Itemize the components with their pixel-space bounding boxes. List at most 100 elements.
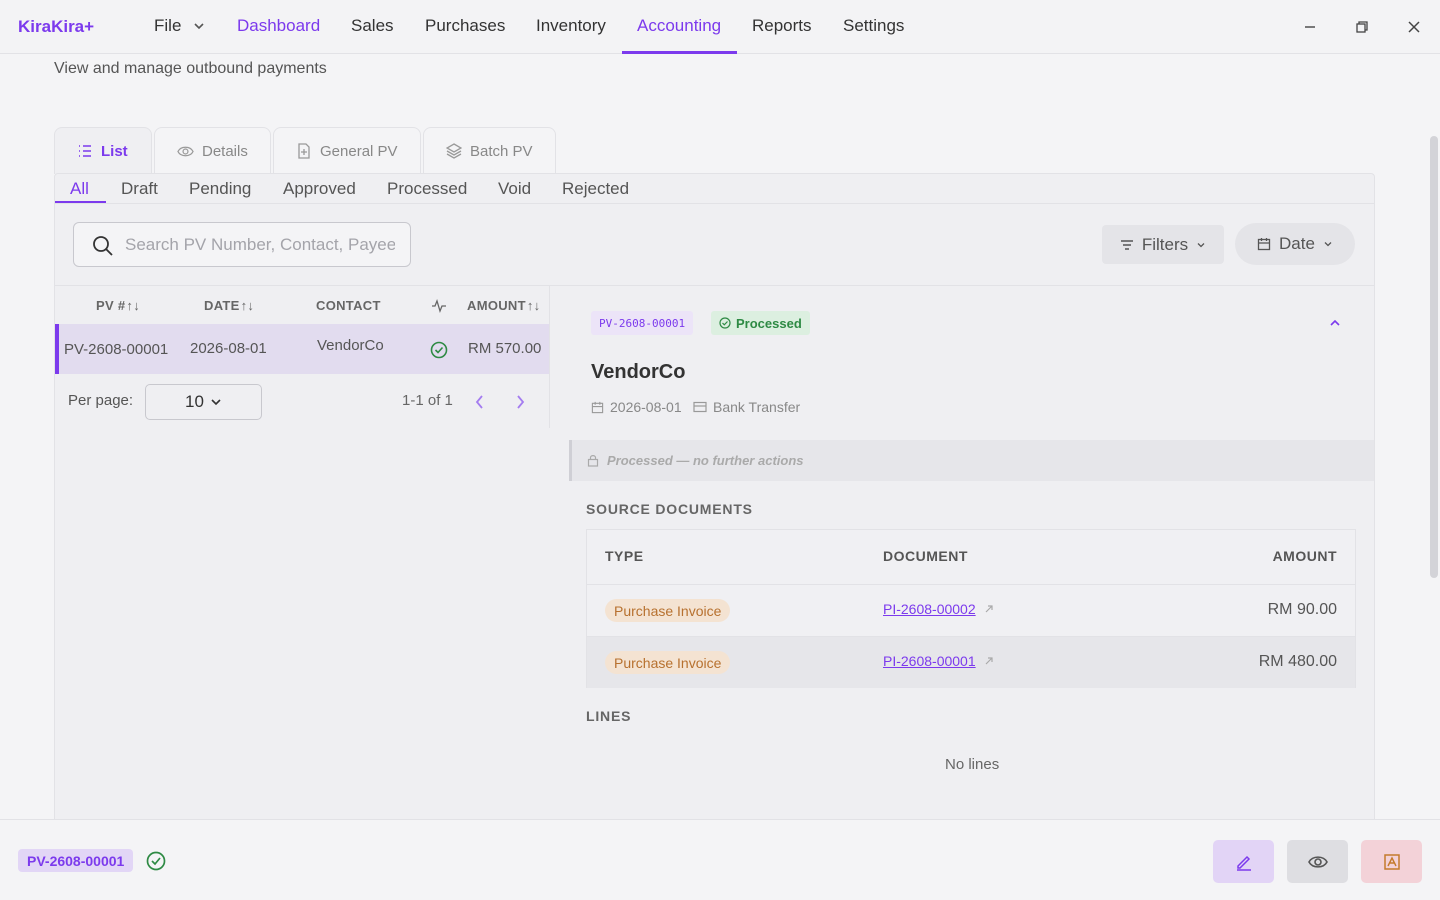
document-link-text: PI-2608-00002 bbox=[883, 601, 976, 617]
column-header-amount-label: AMOUNT bbox=[467, 298, 526, 313]
source-amount: RM 90.00 bbox=[1267, 601, 1337, 618]
tab-details-label: Details bbox=[202, 142, 248, 160]
status-tab-rejected[interactable]: Rejected bbox=[562, 179, 629, 199]
lock-icon bbox=[587, 455, 599, 467]
date-filter-button[interactable]: Date bbox=[1235, 223, 1355, 265]
tab-list-label: List bbox=[101, 142, 128, 160]
status-tab-void[interactable]: Void bbox=[498, 179, 531, 199]
tab-details[interactable]: Details bbox=[154, 127, 271, 174]
nav-sales[interactable]: Sales bbox=[351, 16, 394, 36]
nav-purchases[interactable]: Purchases bbox=[425, 16, 505, 36]
cell-pv-number: PV-2608-00001 bbox=[64, 341, 169, 358]
file-menu[interactable]: File bbox=[154, 16, 205, 36]
list-detail-divider bbox=[549, 286, 550, 428]
cell-contact: VendorCo bbox=[317, 337, 384, 354]
chevron-up-icon[interactable] bbox=[1329, 318, 1341, 328]
list-icon bbox=[79, 145, 91, 157]
table-row[interactable]: PV-2608-00001 2026-08-01 VendorCo RM 570… bbox=[55, 324, 549, 374]
minimize-button[interactable] bbox=[1297, 14, 1323, 40]
eye-icon bbox=[177, 146, 194, 156]
chevron-down-icon bbox=[194, 23, 204, 30]
status-tab-draft[interactable]: Draft bbox=[121, 179, 158, 199]
tab-list[interactable]: List bbox=[54, 127, 152, 174]
payment-method-value: Bank Transfer bbox=[713, 399, 801, 415]
nav-dashboard[interactable]: Dashboard bbox=[237, 16, 320, 36]
column-header-date[interactable]: DATE ↑↓ bbox=[204, 298, 254, 313]
page-subtitle: View and manage outbound payments bbox=[54, 60, 327, 77]
column-header-pv[interactable]: PV # ↑↓ bbox=[96, 298, 140, 313]
pdf-icon bbox=[1383, 853, 1400, 870]
activity-icon bbox=[432, 299, 446, 313]
calendar-icon bbox=[591, 401, 604, 413]
nav-inventory[interactable]: Inventory bbox=[536, 16, 606, 36]
status-tabs-divider bbox=[55, 203, 1374, 204]
pencil-icon bbox=[1236, 855, 1251, 871]
check-circle-icon bbox=[146, 851, 166, 871]
nav-accounting[interactable]: Accounting bbox=[637, 16, 721, 36]
payment-date-value: 2026-08-01 bbox=[610, 399, 682, 415]
processed-notice: Processed — no further actions bbox=[569, 440, 1374, 481]
calendar-icon bbox=[1257, 238, 1271, 251]
top-bar: KiraKira+ File Dashboard Sales Purchases… bbox=[0, 0, 1440, 54]
sort-icon: ↑↓ bbox=[240, 298, 255, 313]
active-status-indicator bbox=[55, 201, 106, 203]
cell-amount: RM 570.00 bbox=[468, 340, 542, 357]
tab-general-pv[interactable]: General PV bbox=[273, 127, 421, 174]
chevron-down-icon bbox=[1324, 242, 1332, 247]
search-input[interactable]: Search PV Number, Contact, Payee... bbox=[125, 235, 395, 255]
status-tab-approved[interactable]: Approved bbox=[283, 179, 356, 199]
chevron-left-icon[interactable] bbox=[473, 394, 487, 410]
eye-icon bbox=[1307, 855, 1328, 868]
tab-batch-pv-label: Batch PV bbox=[470, 142, 533, 160]
document-type-tag: Purchase Invoice bbox=[605, 599, 731, 622]
search-box[interactable]: Search PV Number, Contact, Payee... bbox=[73, 222, 411, 267]
source-header-document: DOCUMENT bbox=[883, 548, 968, 564]
detail-pane: PV-2608-00001 Processed VendorCo 2026-08… bbox=[569, 286, 1374, 818]
preview-button[interactable] bbox=[1287, 840, 1348, 883]
close-icon bbox=[1408, 21, 1420, 33]
source-header-type: TYPE bbox=[605, 548, 644, 564]
nav-reports[interactable]: Reports bbox=[752, 16, 812, 36]
per-page-select[interactable]: 10 bbox=[145, 384, 262, 420]
check-circle-icon bbox=[719, 317, 731, 329]
document-type-tag: Purchase Invoice bbox=[605, 651, 731, 674]
filters-label: Filters bbox=[1141, 234, 1189, 254]
pv-number-badge: PV-2608-00001 bbox=[591, 311, 694, 335]
edit-button[interactable] bbox=[1213, 840, 1274, 883]
bank-card-icon bbox=[693, 401, 707, 413]
close-window-button[interactable] bbox=[1401, 14, 1427, 40]
file-plus-icon bbox=[298, 143, 310, 159]
document-link[interactable]: PI-2608-00001 bbox=[883, 653, 994, 669]
sort-icon: ↑↓ bbox=[126, 298, 140, 313]
restore-button[interactable] bbox=[1349, 14, 1375, 40]
filters-button[interactable]: Filters bbox=[1102, 225, 1224, 264]
status-tab-all[interactable]: All bbox=[70, 179, 89, 199]
source-amount: RM 480.00 bbox=[1258, 653, 1337, 670]
date-filter-label: Date bbox=[1279, 234, 1315, 253]
chevron-down-icon bbox=[211, 399, 221, 406]
status-tab-pending[interactable]: Pending bbox=[189, 179, 251, 199]
pdf-export-button[interactable] bbox=[1361, 840, 1422, 883]
source-documents-table: TYPE DOCUMENT AMOUNT Purchase Invoice PI… bbox=[586, 529, 1356, 688]
filter-icon bbox=[1120, 239, 1133, 250]
document-link-text: PI-2608-00001 bbox=[883, 653, 976, 669]
external-link-icon bbox=[985, 657, 993, 665]
processed-notice-text: Processed — no further actions bbox=[607, 453, 804, 468]
per-page-label: Per page: bbox=[68, 392, 134, 409]
scrollbar[interactable] bbox=[1430, 136, 1438, 578]
tab-batch-pv[interactable]: Batch PV bbox=[423, 127, 556, 174]
chevron-right-icon[interactable] bbox=[513, 394, 527, 410]
document-link[interactable]: PI-2608-00002 bbox=[883, 601, 994, 617]
source-header-amount: AMOUNT bbox=[1272, 548, 1337, 564]
app-logo[interactable]: KiraKira+ bbox=[18, 17, 94, 37]
per-page-value: 10 bbox=[185, 392, 204, 411]
column-header-amount[interactable]: AMOUNT ↑↓ bbox=[467, 298, 540, 313]
status-tab-processed[interactable]: Processed bbox=[387, 179, 467, 199]
active-nav-indicator bbox=[622, 51, 737, 54]
selected-pv-badge: PV-2608-00001 bbox=[18, 849, 134, 872]
nav-settings[interactable]: Settings bbox=[843, 16, 904, 36]
column-header-date-label: DATE bbox=[204, 298, 240, 313]
column-header-pv-label: PV # bbox=[96, 298, 126, 313]
chevron-down-icon bbox=[1197, 242, 1205, 247]
column-header-contact[interactable]: CONTACT bbox=[316, 298, 381, 313]
